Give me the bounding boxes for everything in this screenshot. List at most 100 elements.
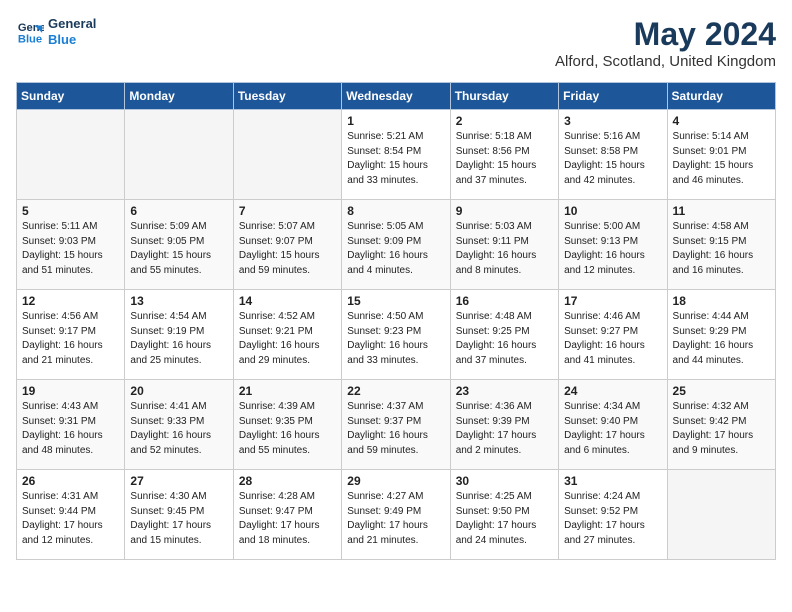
day-info: Sunrise: 4:24 AM Sunset: 9:52 PM Dayligh… bbox=[564, 490, 661, 548]
calendar-cell: 18Sunrise: 4:44 AM Sunset: 9:29 PM Dayli… bbox=[667, 290, 775, 380]
month-title: May 2024 bbox=[555, 16, 776, 53]
header-friday: Friday bbox=[559, 83, 667, 110]
calendar-cell bbox=[667, 470, 775, 560]
calendar-cell: 1 Sunrise: 5:21 AM Sunset: 8:54 PM Daylig… bbox=[342, 110, 450, 200]
calendar-header-row: SundayMondayTuesdayWednesdayThursdayFrid… bbox=[17, 83, 776, 110]
day-number: 5 bbox=[22, 204, 119, 218]
day-number: 8 bbox=[347, 204, 444, 218]
day-info: Sunrise: 5:07 AM Sunset: 9:07 PM Dayligh… bbox=[239, 220, 336, 278]
day-info: Sunrise: 4:56 AM Sunset: 9:17 PM Dayligh… bbox=[22, 310, 119, 368]
day-info: Sunrise: 4:32 AM Sunset: 9:42 PM Dayligh… bbox=[673, 400, 770, 458]
day-info: Sunrise: 4:27 AM Sunset: 9:49 PM Dayligh… bbox=[347, 490, 444, 548]
calendar-cell: 12 Sunrise: 4:56 AM Sunset: 9:17 PM Dayli… bbox=[17, 290, 125, 380]
day-number: 21 bbox=[239, 384, 336, 398]
day-number: 29 bbox=[347, 474, 444, 488]
day-info: Sunrise: 4:50 AM Sunset: 9:23 PM Dayligh… bbox=[347, 310, 444, 368]
calendar-cell: 10 Sunrise: 5:00 AM Sunset: 9:13 PM Dayli… bbox=[559, 200, 667, 290]
day-number: 12 bbox=[22, 294, 119, 308]
day-number: 3 bbox=[564, 114, 661, 128]
day-number: 22 bbox=[347, 384, 444, 398]
calendar-week-row: 5 Sunrise: 5:11 AM Sunset: 9:03 PM Daylig… bbox=[17, 200, 776, 290]
day-info: Sunrise: 4:54 AM Sunset: 9:19 PM Dayligh… bbox=[130, 310, 227, 368]
calendar-cell bbox=[17, 110, 125, 200]
calendar-cell: 31 Sunrise: 4:24 AM Sunset: 9:52 PM Dayli… bbox=[559, 470, 667, 560]
day-info: Sunrise: 5:09 AM Sunset: 9:05 PM Dayligh… bbox=[130, 220, 227, 278]
day-number: 28 bbox=[239, 474, 336, 488]
day-info: Sunrise: 5:11 AM Sunset: 9:03 PM Dayligh… bbox=[22, 220, 119, 278]
title-block: May 2024 Alford, Scotland, United Kingdo… bbox=[555, 16, 776, 70]
day-number: 1 bbox=[347, 114, 444, 128]
calendar-cell: 23Sunrise: 4:36 AM Sunset: 9:39 PM Dayli… bbox=[450, 380, 558, 470]
calendar-cell: 2Sunrise: 5:18 AM Sunset: 8:56 PM Daylig… bbox=[450, 110, 558, 200]
header-wednesday: Wednesday bbox=[342, 83, 450, 110]
logo: General Blue General Blue bbox=[16, 16, 96, 47]
calendar-cell: 17 Sunrise: 4:46 AM Sunset: 9:27 PM Dayli… bbox=[559, 290, 667, 380]
day-info: Sunrise: 4:37 AM Sunset: 9:37 PM Dayligh… bbox=[347, 400, 444, 458]
header-tuesday: Tuesday bbox=[233, 83, 341, 110]
page-header: General Blue General Blue May 2024 Alfor… bbox=[16, 16, 776, 70]
day-number: 16 bbox=[456, 294, 553, 308]
day-number: 17 bbox=[564, 294, 661, 308]
calendar-cell: 29 Sunrise: 4:27 AM Sunset: 9:49 PM Dayli… bbox=[342, 470, 450, 560]
day-number: 20 bbox=[130, 384, 227, 398]
calendar-cell bbox=[233, 110, 341, 200]
calendar-cell: 20 Sunrise: 4:41 AM Sunset: 9:33 PM Dayli… bbox=[125, 380, 233, 470]
location: Alford, Scotland, United Kingdom bbox=[555, 53, 776, 70]
calendar-cell: 9 Sunrise: 5:03 AM Sunset: 9:11 PM Daylig… bbox=[450, 200, 558, 290]
day-number: 25 bbox=[673, 384, 770, 398]
calendar-cell: 21Sunrise: 4:39 AM Sunset: 9:35 PM Dayli… bbox=[233, 380, 341, 470]
day-number: 18 bbox=[673, 294, 770, 308]
logo-text-line2: Blue bbox=[48, 32, 96, 48]
day-number: 31 bbox=[564, 474, 661, 488]
calendar-cell: 24 Sunrise: 4:34 AM Sunset: 9:40 PM Dayli… bbox=[559, 380, 667, 470]
day-number: 11 bbox=[673, 204, 770, 218]
day-number: 15 bbox=[347, 294, 444, 308]
day-info: Sunrise: 4:30 AM Sunset: 9:45 PM Dayligh… bbox=[130, 490, 227, 548]
day-number: 2 bbox=[456, 114, 553, 128]
calendar-cell: 11Sunrise: 4:58 AM Sunset: 9:15 PM Dayli… bbox=[667, 200, 775, 290]
day-info: Sunrise: 5:03 AM Sunset: 9:11 PM Dayligh… bbox=[456, 220, 553, 278]
header-sunday: Sunday bbox=[17, 83, 125, 110]
calendar-week-row: 26 Sunrise: 4:31 AM Sunset: 9:44 PM Dayli… bbox=[17, 470, 776, 560]
day-info: Sunrise: 5:00 AM Sunset: 9:13 PM Dayligh… bbox=[564, 220, 661, 278]
calendar-cell: 25 Sunrise: 4:32 AM Sunset: 9:42 PM Dayli… bbox=[667, 380, 775, 470]
day-info: Sunrise: 4:41 AM Sunset: 9:33 PM Dayligh… bbox=[130, 400, 227, 458]
calendar-cell: 26 Sunrise: 4:31 AM Sunset: 9:44 PM Dayli… bbox=[17, 470, 125, 560]
calendar-week-row: 1 Sunrise: 5:21 AM Sunset: 8:54 PM Daylig… bbox=[17, 110, 776, 200]
day-info: Sunrise: 5:21 AM Sunset: 8:54 PM Dayligh… bbox=[347, 130, 444, 188]
calendar-cell: 28Sunrise: 4:28 AM Sunset: 9:47 PM Dayli… bbox=[233, 470, 341, 560]
calendar-cell: 5 Sunrise: 5:11 AM Sunset: 9:03 PM Daylig… bbox=[17, 200, 125, 290]
day-info: Sunrise: 4:52 AM Sunset: 9:21 PM Dayligh… bbox=[239, 310, 336, 368]
day-number: 19 bbox=[22, 384, 119, 398]
day-number: 6 bbox=[130, 204, 227, 218]
logo-icon: General Blue bbox=[16, 18, 44, 46]
calendar-table: SundayMondayTuesdayWednesdayThursdayFrid… bbox=[16, 82, 776, 560]
day-info: Sunrise: 4:43 AM Sunset: 9:31 PM Dayligh… bbox=[22, 400, 119, 458]
calendar-cell: 30 Sunrise: 4:25 AM Sunset: 9:50 PM Dayli… bbox=[450, 470, 558, 560]
day-number: 27 bbox=[130, 474, 227, 488]
day-number: 23 bbox=[456, 384, 553, 398]
calendar-cell bbox=[125, 110, 233, 200]
day-info: Sunrise: 4:31 AM Sunset: 9:44 PM Dayligh… bbox=[22, 490, 119, 548]
calendar-cell: 19 Sunrise: 4:43 AM Sunset: 9:31 PM Dayli… bbox=[17, 380, 125, 470]
calendar-cell: 7Sunrise: 5:07 AM Sunset: 9:07 PM Daylig… bbox=[233, 200, 341, 290]
calendar-cell: 13 Sunrise: 4:54 AM Sunset: 9:19 PM Dayli… bbox=[125, 290, 233, 380]
day-number: 24 bbox=[564, 384, 661, 398]
day-info: Sunrise: 5:14 AM Sunset: 9:01 PM Dayligh… bbox=[673, 130, 770, 188]
day-number: 10 bbox=[564, 204, 661, 218]
day-number: 13 bbox=[130, 294, 227, 308]
day-info: Sunrise: 4:25 AM Sunset: 9:50 PM Dayligh… bbox=[456, 490, 553, 548]
calendar-week-row: 19 Sunrise: 4:43 AM Sunset: 9:31 PM Dayli… bbox=[17, 380, 776, 470]
day-number: 30 bbox=[456, 474, 553, 488]
calendar-cell: 16Sunrise: 4:48 AM Sunset: 9:25 PM Dayli… bbox=[450, 290, 558, 380]
day-info: Sunrise: 4:34 AM Sunset: 9:40 PM Dayligh… bbox=[564, 400, 661, 458]
calendar-cell: 15 Sunrise: 4:50 AM Sunset: 9:23 PM Dayli… bbox=[342, 290, 450, 380]
calendar-cell: 22 Sunrise: 4:37 AM Sunset: 9:37 PM Dayli… bbox=[342, 380, 450, 470]
day-info: Sunrise: 4:46 AM Sunset: 9:27 PM Dayligh… bbox=[564, 310, 661, 368]
day-number: 9 bbox=[456, 204, 553, 218]
calendar-cell: 3 Sunrise: 5:16 AM Sunset: 8:58 PM Daylig… bbox=[559, 110, 667, 200]
header-monday: Monday bbox=[125, 83, 233, 110]
day-info: Sunrise: 5:16 AM Sunset: 8:58 PM Dayligh… bbox=[564, 130, 661, 188]
day-number: 4 bbox=[673, 114, 770, 128]
day-number: 26 bbox=[22, 474, 119, 488]
